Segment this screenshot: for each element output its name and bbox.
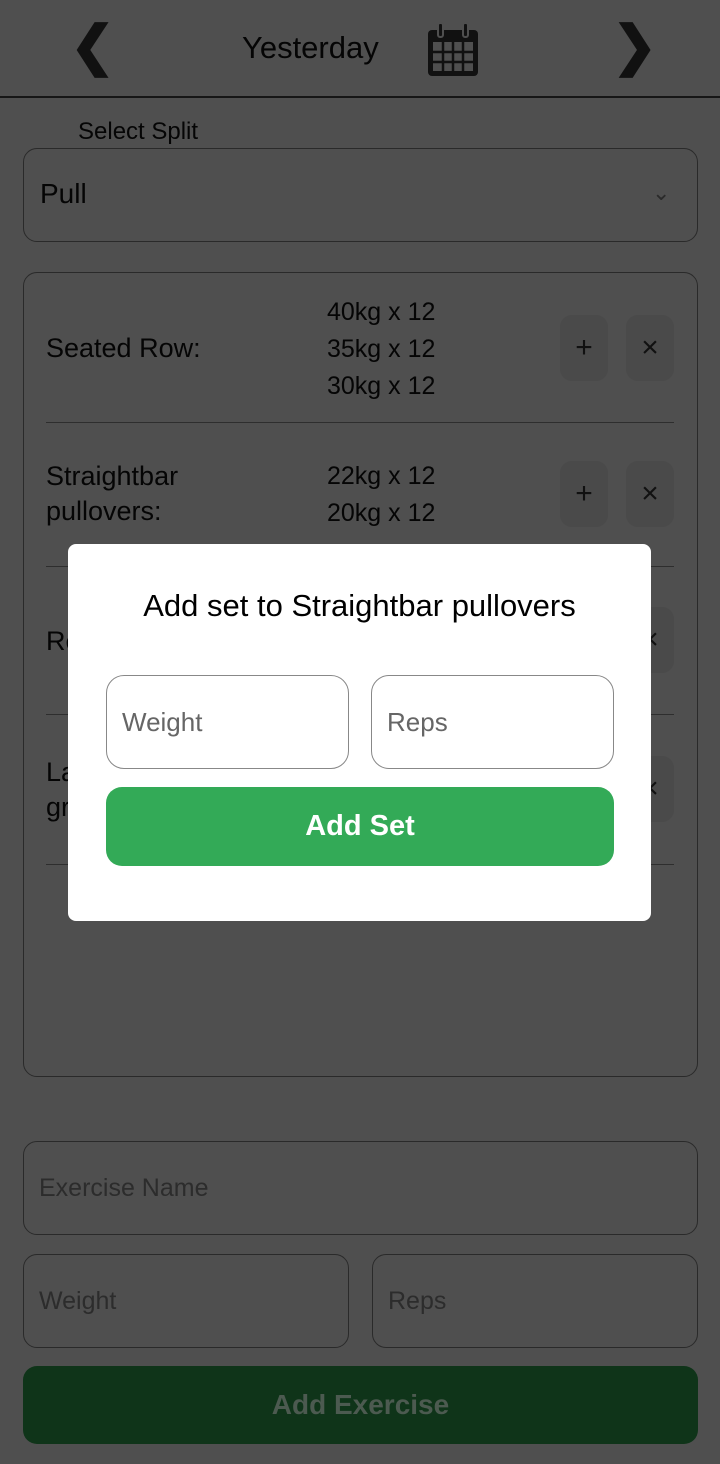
weight-input[interactable]: Weight — [23, 1254, 349, 1348]
chevron-right-icon[interactable]: ❯ — [612, 14, 657, 77]
add-set-button[interactable]: + — [560, 461, 608, 527]
name-line: pullovers: — [46, 496, 162, 526]
exercise-name: Straightbar pullovers: — [46, 459, 178, 529]
set-item: 40kg x 12 — [327, 298, 436, 326]
set-item: 22kg x 12 — [327, 462, 436, 490]
header: ❮ Yesterday ❯ — [0, 0, 720, 98]
add-exercise-button[interactable]: Add Exercise — [23, 1366, 698, 1444]
add-set-submit-button[interactable]: Add Set — [106, 787, 614, 866]
modal-weight-input[interactable]: Weight — [106, 675, 349, 769]
set-list: 22kg x 12 20kg x 12 — [327, 458, 435, 532]
split-select[interactable] — [23, 148, 698, 242]
set-item: 20kg x 12 — [327, 499, 436, 527]
date-title: Yesterday — [242, 30, 379, 65]
chevron-down-icon[interactable]: ⌄ — [652, 180, 670, 206]
name-line: Straightbar — [46, 461, 179, 491]
exercise-row: Seated Row: 40kg x 12 35kg x 12 30kg x 1… — [46, 296, 674, 423]
add-set-button[interactable]: + — [560, 315, 608, 381]
reps-input[interactable]: Reps — [372, 1254, 698, 1348]
modal-reps-input[interactable]: Reps — [371, 675, 614, 769]
calendar-icon[interactable] — [426, 22, 480, 78]
modal-title: Add set to Straightbar pullovers — [143, 588, 576, 623]
delete-exercise-button[interactable]: × — [626, 461, 674, 527]
set-item: 35kg x 12 — [327, 335, 436, 363]
exercise-name: Seated Row: — [46, 333, 201, 363]
add-set-modal: Add set to Straightbar pullovers Weight … — [68, 544, 651, 921]
exercise-name-input[interactable]: Exercise Name — [23, 1141, 698, 1235]
set-list: 40kg x 12 35kg x 12 30kg x 12 — [327, 294, 435, 405]
split-label: Select Split — [64, 118, 213, 146]
split-value: Pull — [40, 178, 87, 209]
delete-exercise-button[interactable]: × — [626, 315, 674, 381]
chevron-left-icon[interactable]: ❮ — [70, 14, 115, 77]
set-item: 30kg x 12 — [327, 372, 436, 400]
